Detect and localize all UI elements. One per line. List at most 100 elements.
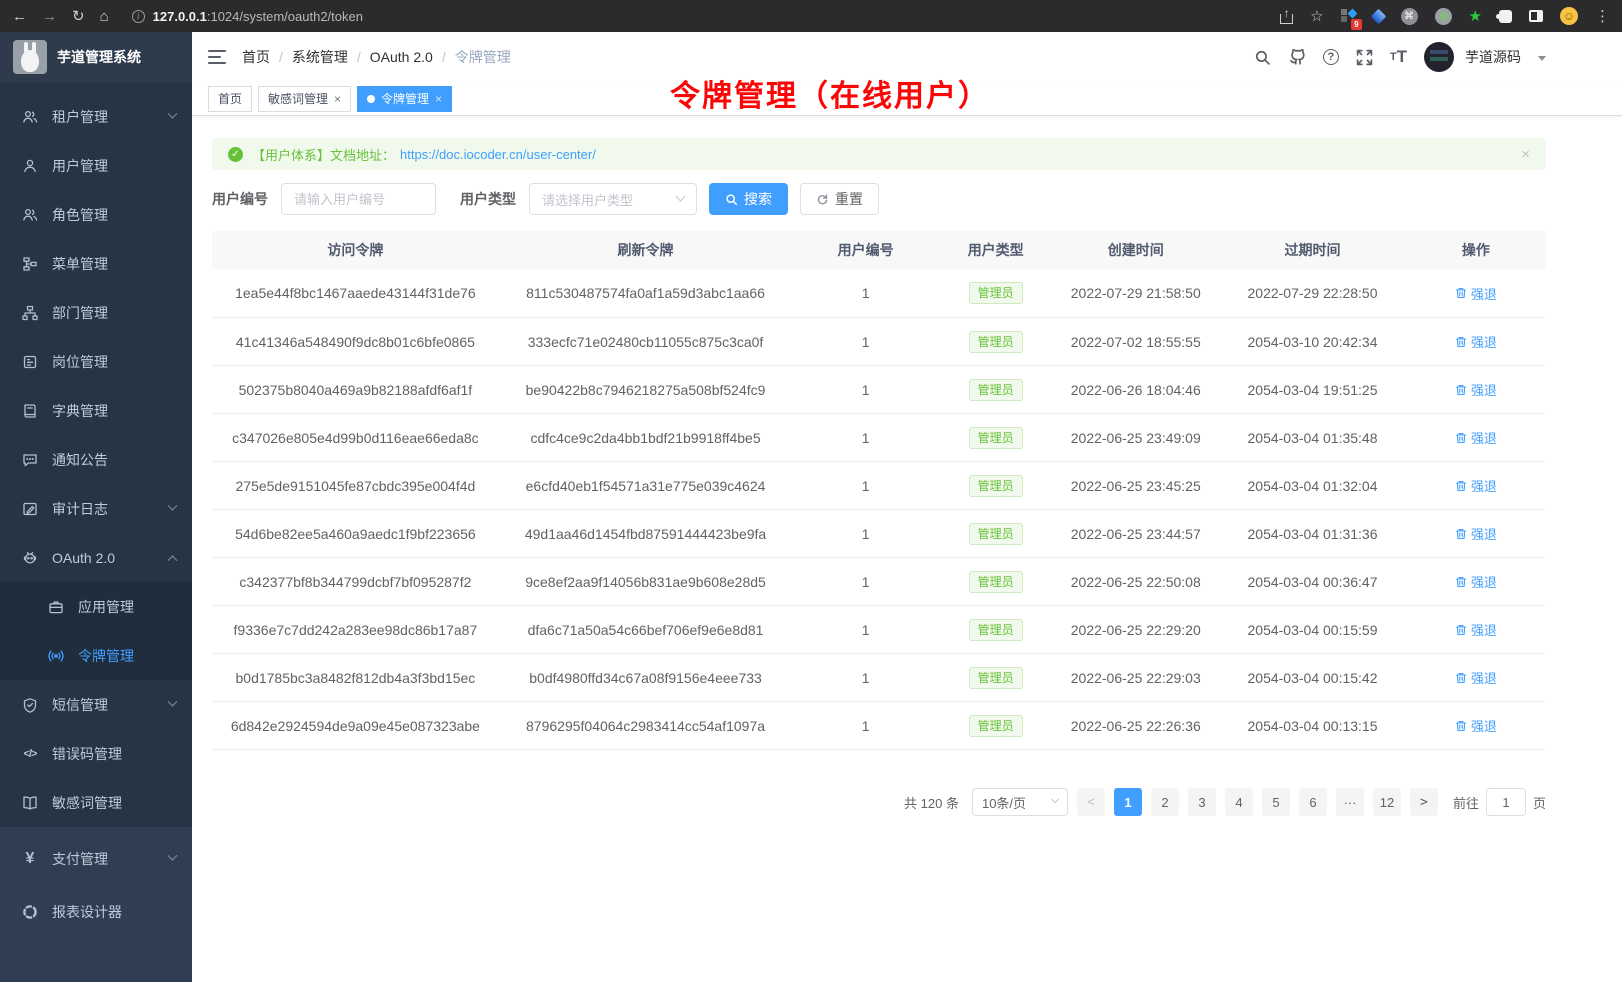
font-size-icon[interactable]: TT <box>1390 47 1407 67</box>
sidebar-item-4[interactable]: 部门管理 <box>0 288 192 337</box>
puzzle-extensions-icon[interactable] <box>1499 10 1512 23</box>
breadcrumb-item-0[interactable]: 首页 <box>242 47 270 67</box>
tab-close-icon[interactable]: × <box>435 92 442 106</box>
extension-blocks-icon[interactable]: 9 <box>1341 9 1356 24</box>
side-panel-icon[interactable] <box>1529 10 1543 22</box>
search-icon[interactable] <box>1254 49 1271 66</box>
user-type-select[interactable]: 请选择用户类型 <box>529 183 697 215</box>
app-title: 芋道管理系统 <box>57 47 141 67</box>
sidebar-item-7[interactable]: 通知公告 <box>0 435 192 484</box>
forward-icon[interactable]: → <box>42 9 57 24</box>
cell-access: 54d6be82ee5a460a9aedc1f9bf223656 <box>212 526 499 542</box>
sidebar-item-13[interactable]: </>错误码管理 <box>0 729 192 778</box>
filter-form: 用户编号 用户类型 请选择用户类型 搜索 <box>212 183 1546 215</box>
force-logout-button[interactable]: 强退 <box>1455 380 1497 399</box>
cell-access: 6d842e2924594de9a09e45e087323abe <box>212 718 499 734</box>
browser-menu-icon[interactable]: ⋮ <box>1595 9 1610 24</box>
page-size-select[interactable]: 10条/页 <box>972 788 1068 816</box>
cell-created: 2022-07-02 18:55:55 <box>1052 334 1219 350</box>
share-icon[interactable] <box>1280 9 1293 24</box>
user-name[interactable]: 芋道源码 <box>1465 47 1521 67</box>
sidebar-item-16[interactable]: 报表设计器 <box>0 885 192 938</box>
column-header-user_type: 用户类型 <box>939 240 1052 260</box>
cell-user_id: 1 <box>792 430 939 446</box>
force-logout-label: 强退 <box>1471 332 1497 351</box>
user-id-input[interactable] <box>281 183 436 215</box>
page-button-1[interactable]: 1 <box>1114 788 1142 816</box>
fullscreen-icon[interactable] <box>1356 49 1373 66</box>
next-page-button[interactable]: > <box>1410 788 1438 816</box>
cell-action: 强退 <box>1406 380 1546 399</box>
tab-close-icon[interactable]: × <box>334 92 341 106</box>
goto-page-input[interactable] <box>1486 788 1526 816</box>
sidebar-item-3[interactable]: 菜单管理 <box>0 239 192 288</box>
force-logout-button[interactable]: 强退 <box>1455 332 1497 351</box>
sidebar-item-10[interactable]: 应用管理 <box>0 582 192 631</box>
alert-close-icon[interactable]: × <box>1521 146 1530 163</box>
sidebar-item-8[interactable]: 审计日志 <box>0 484 192 533</box>
page-button-6[interactable]: 6 <box>1299 788 1327 816</box>
main-area: 令牌管理（在线用户） 首页/系统管理/OAuth 2.0/令牌管理 ? TT <box>192 32 1622 982</box>
sidebar-item-14[interactable]: 敏感词管理 <box>0 778 192 827</box>
page-button-5[interactable]: 5 <box>1262 788 1290 816</box>
command-extension-icon[interactable]: ⌘ <box>1401 8 1418 25</box>
profile-avatar-icon[interactable]: ☺ <box>1560 7 1578 25</box>
help-icon[interactable]: ? <box>1323 49 1339 65</box>
reset-button[interactable]: 重置 <box>800 183 879 215</box>
github-icon[interactable] <box>1288 48 1306 66</box>
doc-link[interactable]: https://doc.iocoder.cn/user-center/ <box>400 147 596 162</box>
address-bar[interactable]: i 127.0.0.1:1024/system/oauth2/token <box>132 9 1265 24</box>
force-logout-button[interactable]: 强退 <box>1455 620 1497 639</box>
green-star-extension-icon[interactable]: ★ <box>1469 9 1482 24</box>
sidebar-item-6[interactable]: 字典管理 <box>0 386 192 435</box>
gem-extension-icon[interactable] <box>1373 11 1384 22</box>
success-check-icon: ✓ <box>228 147 243 162</box>
prev-page-button[interactable]: < <box>1077 788 1105 816</box>
record-extension-icon[interactable] <box>1435 8 1452 25</box>
tab-2[interactable]: 令牌管理× <box>357 86 452 112</box>
site-info-icon[interactable]: i <box>132 10 145 23</box>
sidebar-item-5[interactable]: 岗位管理 <box>0 337 192 386</box>
table-row: 6d842e2924594de9a09e45e087323abe8796295f… <box>212 701 1546 749</box>
sidebar-item-12[interactable]: 短信管理 <box>0 680 192 729</box>
force-logout-button[interactable]: 强退 <box>1455 476 1497 495</box>
user-avatar[interactable] <box>1424 42 1454 72</box>
sidebar-item-2[interactable]: 角色管理 <box>0 190 192 239</box>
force-logout-label: 强退 <box>1471 524 1497 543</box>
cell-created: 2022-06-26 18:04:46 <box>1052 382 1219 398</box>
page-button-2[interactable]: 2 <box>1151 788 1179 816</box>
sidebar-collapse-icon[interactable] <box>208 50 226 64</box>
tab-0[interactable]: 首页 <box>208 86 252 112</box>
app-logo-row[interactable]: 芋道管理系统 <box>0 32 192 82</box>
home-icon[interactable]: ⌂ <box>100 9 109 24</box>
page-button-3[interactable]: 3 <box>1188 788 1216 816</box>
force-logout-button[interactable]: 强退 <box>1455 716 1497 735</box>
force-logout-button[interactable]: 强退 <box>1455 668 1497 687</box>
force-logout-button[interactable]: 强退 <box>1455 572 1497 591</box>
search-button[interactable]: 搜索 <box>709 183 788 215</box>
page-button-12[interactable]: 12 <box>1373 788 1401 816</box>
bookmark-star-icon[interactable]: ☆ <box>1310 9 1323 24</box>
trash-icon <box>1455 287 1467 299</box>
reload-icon[interactable]: ↻ <box>72 9 85 24</box>
page-button-4[interactable]: 4 <box>1225 788 1253 816</box>
user-menu-caret-icon[interactable] <box>1538 56 1546 61</box>
sms-shield-icon <box>21 697 39 713</box>
back-icon[interactable]: ← <box>12 9 27 24</box>
force-logout-button[interactable]: 强退 <box>1455 284 1497 303</box>
force-logout-button[interactable]: 强退 <box>1455 428 1497 447</box>
sidebar-item-11[interactable]: 令牌管理 <box>0 631 192 680</box>
sidebar-item-0[interactable]: 租户管理 <box>0 92 192 141</box>
tab-1[interactable]: 敏感词管理× <box>258 86 351 112</box>
force-logout-button[interactable]: 强退 <box>1455 524 1497 543</box>
sidebar-item-15[interactable]: ¥支付管理 <box>0 832 192 885</box>
cell-access: c347026e805e4d99b0d116eae66eda8c <box>212 430 499 446</box>
cell-expires: 2054-03-04 19:51:25 <box>1219 382 1406 398</box>
sidebar-item-label: 角色管理 <box>52 205 176 225</box>
force-logout-label: 强退 <box>1471 668 1497 687</box>
sidebar-item-1[interactable]: 用户管理 <box>0 141 192 190</box>
sidebar-item-9[interactable]: OAuth 2.0 <box>0 533 192 582</box>
payment-yen-icon: ¥ <box>21 850 39 868</box>
breadcrumb-item-1[interactable]: 系统管理 <box>292 47 348 67</box>
breadcrumb-item-2[interactable]: OAuth 2.0 <box>370 49 433 65</box>
